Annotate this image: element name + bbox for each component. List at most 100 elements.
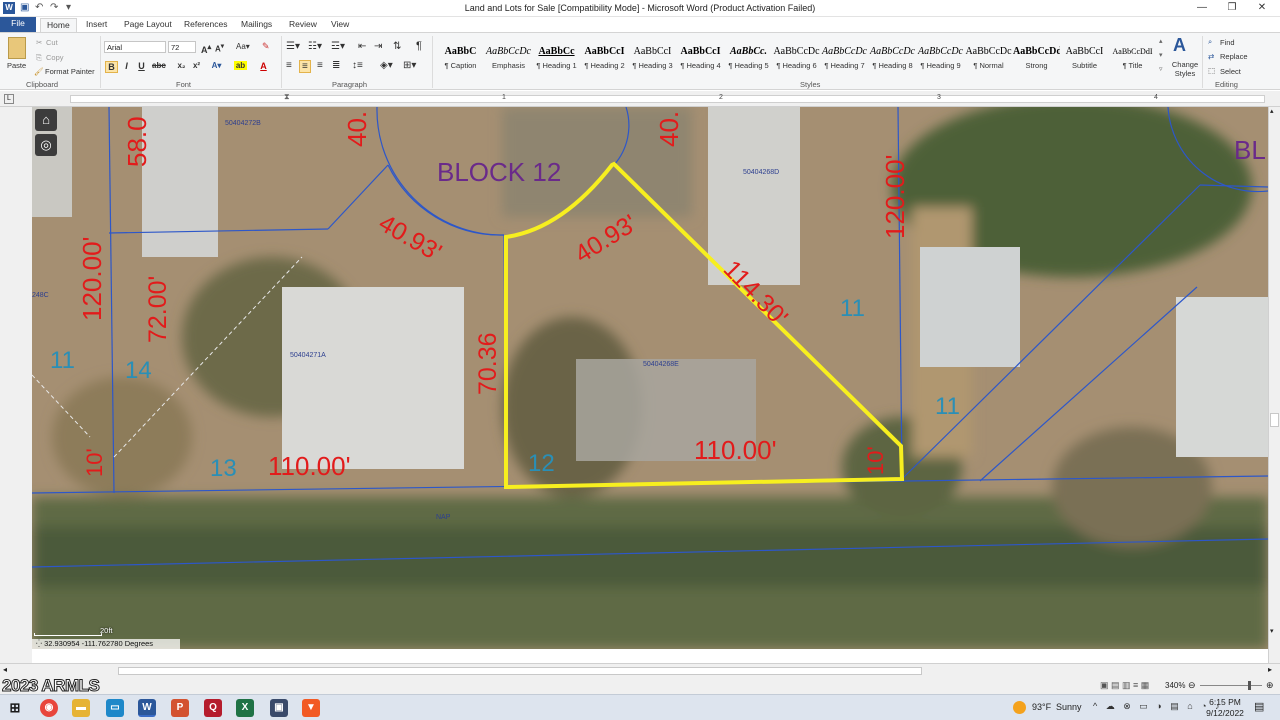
- underline-button[interactable]: U: [135, 61, 148, 71]
- styles-more-icon[interactable]: ▿: [1159, 65, 1163, 73]
- scroll-down-icon[interactable]: ▾: [1270, 627, 1274, 635]
- scroll-left-icon[interactable]: ◂: [3, 665, 7, 674]
- change-styles-button[interactable]: Change Styles: [1170, 60, 1200, 78]
- restore-icon[interactable]: ❐: [1222, 2, 1242, 13]
- tab-review[interactable]: Review: [283, 18, 323, 32]
- style-item[interactable]: AaBbCc ¶ Heading 1: [533, 35, 580, 77]
- font-name-select[interactable]: Arial: [104, 41, 166, 53]
- select-button[interactable]: Select: [1220, 67, 1241, 76]
- style-item[interactable]: AaBbCcDdI ¶ Title: [1109, 35, 1156, 77]
- increase-indent-icon[interactable]: ⇥: [374, 41, 382, 52]
- format-painter-button[interactable]: Format Painter: [45, 67, 95, 76]
- justify-icon[interactable]: ≣: [332, 60, 340, 71]
- replace-button[interactable]: Replace: [1220, 52, 1248, 61]
- italic-button[interactable]: I: [120, 61, 133, 71]
- align-right-icon[interactable]: ≡: [317, 60, 323, 71]
- style-item[interactable]: AaBbCcDc Emphasis: [485, 35, 532, 77]
- tab-view[interactable]: View: [325, 18, 355, 32]
- quicken-icon[interactable]: Q: [204, 699, 222, 717]
- style-item[interactable]: AaBbCcDc ¶ Heading 9: [917, 35, 964, 77]
- weather-text[interactable]: Sunny: [1056, 702, 1082, 712]
- style-item[interactable]: AaBbCcI ¶ Heading 4: [677, 35, 724, 77]
- horizontal-scroll-thumb[interactable]: [118, 667, 922, 675]
- change-styles-icon[interactable]: A: [1173, 35, 1186, 56]
- subscript-button[interactable]: x₂: [175, 61, 188, 70]
- cut-button[interactable]: Cut: [46, 38, 58, 47]
- shading-icon[interactable]: ◈▾: [380, 60, 393, 71]
- zoom-slider-thumb[interactable]: [1248, 681, 1251, 690]
- paste-button[interactable]: Paste: [7, 61, 26, 70]
- file-explorer-icon[interactable]: ▬: [72, 699, 90, 717]
- align-left-icon[interactable]: ≡: [286, 60, 292, 71]
- style-item[interactable]: AaBbC ¶ Caption: [437, 35, 484, 77]
- clock-date[interactable]: 9/12/2022: [1203, 708, 1247, 718]
- find-button[interactable]: Find: [1220, 38, 1235, 47]
- tab-references[interactable]: References: [178, 18, 233, 32]
- notification-icon[interactable]: ▤: [1254, 700, 1264, 713]
- view-buttons[interactable]: ▣ ▤ ▥ ≡ ▦: [1100, 680, 1149, 691]
- style-item[interactable]: AaBbCcDc ¶ Normal: [965, 35, 1012, 77]
- tab-insert[interactable]: Insert: [80, 18, 113, 32]
- windows-start-icon[interactable]: ⊞: [6, 699, 24, 717]
- text-effects-icon[interactable]: A▾: [210, 61, 223, 70]
- line-spacing-icon[interactable]: ↕≡: [352, 60, 363, 71]
- multilevel-list-icon[interactable]: ☲▾: [331, 41, 345, 52]
- change-case-icon[interactable]: Aa▾: [236, 42, 250, 51]
- chrome-icon[interactable]: ◉: [40, 699, 58, 717]
- locate-icon[interactable]: ◎: [35, 134, 57, 156]
- zoom-slider[interactable]: [1200, 685, 1262, 686]
- vertical-scroll-thumb[interactable]: [1270, 413, 1279, 427]
- tab-selector-icon[interactable]: L: [4, 94, 14, 104]
- style-item[interactable]: AaBbCc. ¶ Heading 5: [725, 35, 772, 77]
- vertical-scrollbar[interactable]: ▴ ▾: [1268, 107, 1280, 663]
- tab-home[interactable]: Home: [40, 18, 77, 32]
- strikethrough-button[interactable]: abc: [152, 61, 166, 70]
- style-item[interactable]: AaBbCcDc ¶ Heading 7: [821, 35, 868, 77]
- horizontal-ruler[interactable]: L 1 2 3 4 ⧗: [0, 91, 1280, 107]
- zoom-out-icon[interactable]: ⊖: [1188, 680, 1196, 691]
- style-item[interactable]: AaBbCcI ¶ Heading 2: [581, 35, 628, 77]
- minimize-icon[interactable]: —: [1192, 2, 1212, 13]
- excel-icon[interactable]: X: [236, 699, 254, 717]
- indent-marker-icon[interactable]: ⧗: [284, 92, 290, 102]
- copy-button[interactable]: Copy: [46, 53, 64, 62]
- scroll-up-icon[interactable]: ▴: [1270, 107, 1274, 115]
- paste-icon[interactable]: [8, 37, 26, 59]
- style-item[interactable]: AaBbCcDd Strong: [1013, 35, 1060, 77]
- powerpoint-icon[interactable]: P: [171, 699, 189, 717]
- brave-icon[interactable]: ▼: [302, 699, 320, 717]
- style-item[interactable]: AaBbCcDc ¶ Heading 6: [773, 35, 820, 77]
- styles-scroll-down-icon[interactable]: ▾: [1159, 51, 1163, 59]
- sort-icon[interactable]: ⇅: [393, 41, 401, 52]
- scroll-right-icon[interactable]: ▸: [1268, 665, 1272, 674]
- bold-button[interactable]: B: [105, 61, 118, 73]
- bullets-icon[interactable]: ☰▾: [286, 41, 300, 52]
- weather-temp[interactable]: 93°F: [1032, 702, 1051, 712]
- word-taskbar-icon[interactable]: W: [138, 699, 156, 717]
- align-center-icon[interactable]: ≡: [299, 60, 311, 73]
- horizontal-scrollbar[interactable]: ◂ ▸: [0, 663, 1280, 677]
- tab-file[interactable]: File: [0, 17, 36, 32]
- show-formatting-icon[interactable]: ¶: [416, 40, 422, 52]
- tab-mailings[interactable]: Mailings: [235, 18, 278, 32]
- screen-app-icon[interactable]: ▭: [106, 699, 124, 717]
- home-icon[interactable]: ⌂: [35, 109, 57, 131]
- font-color-icon[interactable]: A: [257, 61, 270, 71]
- superscript-button[interactable]: x²: [190, 61, 203, 70]
- grow-font-icon[interactable]: A▴: [201, 42, 211, 55]
- close-icon[interactable]: ✕: [1252, 2, 1272, 13]
- style-item[interactable]: AaBbCcI Subtitle: [1061, 35, 1108, 77]
- remote-desktop-icon[interactable]: ▣: [270, 699, 288, 717]
- clock-time[interactable]: 6:15 PM: [1205, 697, 1245, 707]
- styles-scroll-up-icon[interactable]: ▴: [1159, 37, 1163, 45]
- style-item[interactable]: AaBbCcDc ¶ Heading 8: [869, 35, 916, 77]
- tab-page-layout[interactable]: Page Layout: [118, 18, 178, 32]
- shrink-font-icon[interactable]: A▾: [215, 42, 224, 54]
- numbering-icon[interactable]: ☷▾: [308, 41, 322, 52]
- clear-formatting-icon[interactable]: ✎: [262, 41, 270, 52]
- decrease-indent-icon[interactable]: ⇤: [358, 41, 366, 52]
- style-item[interactable]: AaBbCcI ¶ Heading 3: [629, 35, 676, 77]
- zoom-level[interactable]: 340%: [1165, 681, 1185, 690]
- font-size-select[interactable]: 72: [168, 41, 196, 53]
- borders-icon[interactable]: ⊞▾: [403, 60, 416, 71]
